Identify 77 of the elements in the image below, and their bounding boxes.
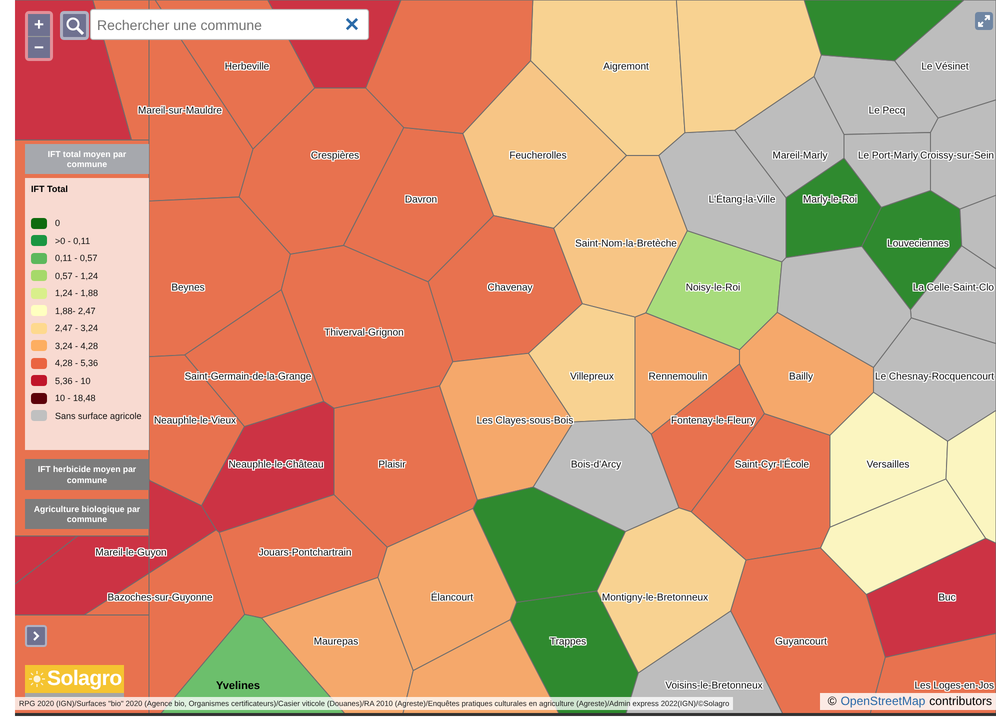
osm-link[interactable]: OpenStreetMap	[840, 694, 926, 708]
commune-label: Bois-d'Arcy	[570, 460, 622, 470]
commune-label: Saint-Nom-la-Bretèche	[575, 238, 677, 250]
department-label: Yvelines	[216, 680, 260, 692]
commune-label: Fontenay-le-Fleury	[671, 416, 755, 426]
search-icon	[64, 16, 84, 36]
commune-label: Villepreux	[570, 372, 614, 382]
commune-label: Buc	[938, 592, 956, 604]
commune-area[interactable]	[946, 410, 996, 544]
commune-label: Les Loges-en-Jos	[914, 680, 994, 692]
commune-label: Herbeville	[224, 62, 270, 72]
zoom-in-button[interactable]: +	[28, 14, 50, 36]
commune-label: Versailles	[866, 460, 910, 470]
commune-label: Chavenay	[487, 282, 533, 294]
commune-label: Mareil-le-Guyon	[95, 548, 167, 558]
search-field[interactable]: Rechercher une commune ✕	[90, 9, 369, 40]
commune-label: La Celle-Saint-Clo	[912, 282, 994, 294]
contributors-text: contributors	[929, 694, 992, 708]
copyright-sign: ©	[828, 694, 837, 708]
commune-label: Croissy-sur-Sein	[920, 150, 994, 162]
legend-label: Sans surface agricole	[55, 410, 142, 421]
commune-label: Bailly	[789, 372, 813, 382]
commune-label: Le Chesnay-Rocquencourt	[875, 372, 994, 382]
commune-label: Marly-le-Roi	[803, 194, 857, 206]
sun-icon	[29, 671, 45, 687]
commune-label: Guyancourt	[775, 636, 827, 648]
commune-label: Plaisir	[378, 460, 406, 470]
commune-label: Rennemoulin	[648, 372, 708, 382]
commune-label: Voisins-le-Bretonneux	[665, 680, 763, 692]
expand-icon	[978, 15, 990, 27]
fullscreen-button[interactable]	[975, 12, 993, 30]
commune-label: Neauphle-le-Vieux	[154, 416, 236, 426]
legend-label: 2,47 - 3,24	[55, 323, 98, 334]
legend-label: 3,24 - 4,28	[55, 340, 98, 351]
commune-label: Saint-Cyr-l'École	[734, 460, 810, 470]
commune-label: Beynes	[171, 282, 205, 294]
commune-label: Crespières	[310, 150, 360, 162]
commune-label: Les Clayes-sous-Bois	[476, 416, 574, 426]
commune-label: Davron	[404, 194, 438, 206]
commune-label: Mareil-Marly	[772, 150, 828, 162]
legend-label: 0,11 - 0,57	[55, 253, 98, 264]
search-button[interactable]	[60, 11, 89, 40]
commune-label: Noisy-le-Roi	[686, 282, 740, 294]
commune-area[interactable]	[866, 538, 996, 658]
expand-panel-button[interactable]	[25, 625, 47, 647]
legend-label: 5,36 - 10	[55, 376, 91, 386]
commune-area[interactable]	[873, 317, 996, 442]
commune-label: Trappes	[550, 636, 586, 648]
legend-label: 0,57 - 1,24	[55, 270, 98, 281]
commune-label: Feucherolles	[509, 150, 567, 162]
layer-button[interactable]: Agriculture biologique par commune	[25, 498, 149, 530]
legend-title: IFT Total	[31, 184, 69, 194]
legend-label: 1,88- 2,47	[55, 306, 96, 316]
commune-label: Montigny-le-Bretonneux	[602, 592, 708, 604]
legend-label: 10 - 18,48	[55, 393, 96, 404]
zoom-out-button[interactable]: −	[28, 36, 50, 58]
legend-label: >0 - 0,11	[55, 236, 90, 246]
commune-label: Neauphle-le-Château	[228, 460, 324, 470]
commune-label: Jouars-Pontchartrain	[258, 548, 352, 558]
commune-label: Le Port-Marly	[858, 150, 918, 162]
layer-button[interactable]: IFT total moyen par commune	[25, 144, 149, 174]
commune-label: Le Vésinet	[921, 62, 969, 72]
commune-label: Le Pecq	[868, 106, 906, 116]
commune-label: Élancourt	[430, 592, 474, 604]
commune-label: Louveciennes	[887, 238, 949, 250]
commune-label: Thiverval-Grignon	[324, 328, 404, 338]
chevron-icon	[32, 631, 40, 641]
legend-label: 1,24 - 1,88	[55, 288, 98, 298]
map-background[interactable]	[15, 0, 996, 716]
commune-label: Aigremont	[603, 62, 649, 72]
commune-label: L'Étang-la-Ville	[708, 194, 776, 206]
commune-label: Maurepas	[314, 636, 358, 648]
legend-label: 4,28 - 5,36	[55, 358, 98, 368]
legend-label: 0	[55, 218, 60, 228]
logo-text: Solagro	[47, 667, 122, 691]
layer-button[interactable]: IFT herbicide moyen par commune	[25, 459, 149, 490]
clear-button[interactable]: ✕	[336, 12, 368, 36]
